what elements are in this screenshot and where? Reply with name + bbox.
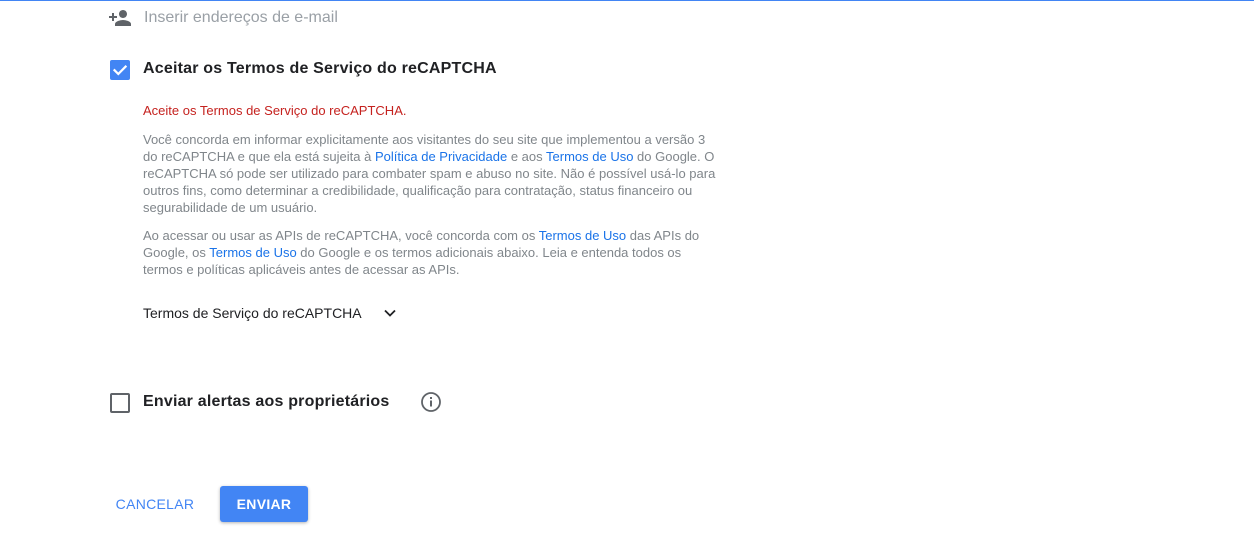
top-divider <box>0 0 1254 1</box>
send-alerts-checkbox[interactable] <box>110 393 130 413</box>
chevron-down-icon <box>380 303 400 323</box>
privacy-policy-link[interactable]: Política de Privacidade <box>375 149 507 164</box>
accept-tos-label[interactable]: Aceitar os Termos de Serviço do reCAPTCH… <box>143 60 497 78</box>
info-icon[interactable] <box>420 391 442 413</box>
tos-paragraph-1: Você concorda em informar explicitamente… <box>143 131 718 216</box>
api-terms-of-use-link[interactable]: Termos de Uso <box>539 228 626 243</box>
tos-error-message: Aceite os Termos de Serviço do reCAPTCHA… <box>143 103 407 118</box>
google-terms-of-use-link[interactable]: Termos de Uso <box>209 245 296 260</box>
recaptcha-tos-expander-label: Termos de Serviço do reCAPTCHA <box>143 305 362 321</box>
tos-paragraph-2: Ao acessar ou usar as APIs de reCAPTCHA,… <box>143 227 718 278</box>
send-alerts-label[interactable]: Enviar alertas aos proprietários <box>143 393 390 411</box>
email-input[interactable] <box>144 9 564 27</box>
terms-of-use-link[interactable]: Termos de Uso <box>546 149 633 164</box>
person-add-icon <box>108 6 132 30</box>
send-button[interactable]: ENVIAR <box>220 486 308 522</box>
cancel-button[interactable]: CANCELAR <box>108 486 202 522</box>
tos-paragraph-1-text: e aos <box>507 149 547 164</box>
accept-tos-checkbox[interactable] <box>110 60 130 80</box>
tos-paragraph-2-text: Ao acessar ou usar as APIs de reCAPTCHA,… <box>143 228 539 243</box>
email-input-row <box>108 6 564 30</box>
recaptcha-tos-expander[interactable]: Termos de Serviço do reCAPTCHA <box>143 303 400 323</box>
